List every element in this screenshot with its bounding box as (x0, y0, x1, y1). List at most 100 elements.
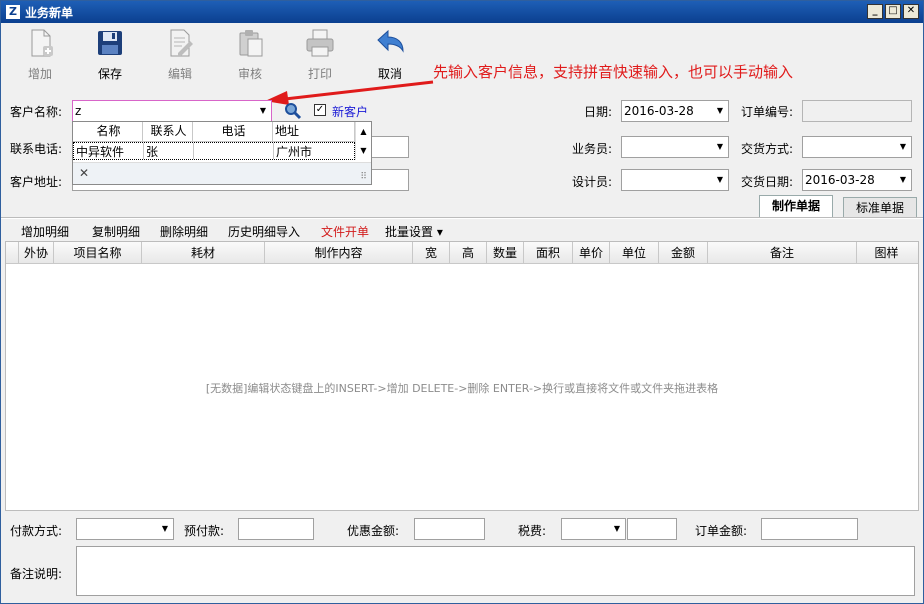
copy-detail-button[interactable]: 复制明细 (92, 223, 140, 240)
chevron-down-icon[interactable]: ▼ (712, 137, 728, 157)
grid-col-material[interactable]: 耗材 (142, 242, 265, 263)
edit-button[interactable]: 编辑 (150, 27, 210, 83)
scroll-down-icon[interactable]: ▼ (360, 146, 366, 155)
discount-label: 优惠金额: (347, 524, 400, 538)
chevron-down-icon[interactable]: ▼ (157, 519, 173, 539)
title-bar: Z 业务新单 _ □ ✕ (1, 1, 923, 23)
popup-close-icon[interactable]: ✕ (79, 166, 89, 180)
grid-col-unit[interactable]: 单位 (610, 242, 659, 263)
delete-detail-button[interactable]: 删除明细 (160, 223, 208, 240)
customer-name-input[interactable]: z ▼ (72, 100, 272, 122)
grid-col-remark[interactable]: 备注 (708, 242, 857, 263)
chevron-down-icon[interactable]: ▼ (895, 137, 911, 157)
grid-col-sample[interactable]: 图样 (857, 242, 916, 263)
edit-button-label: 编辑 (167, 67, 192, 81)
date-picker[interactable]: 2016-03-28 ▼ (621, 100, 729, 122)
add-detail-button[interactable]: 增加明细 (21, 223, 69, 240)
edit-document-icon (170, 29, 193, 57)
audit-button[interactable]: 审核 (220, 27, 280, 83)
close-button[interactable]: ✕ (903, 4, 919, 19)
salesman-select[interactable]: ▼ (621, 136, 729, 158)
grid-col-content[interactable]: 制作内容 (265, 242, 413, 263)
minimize-button[interactable]: _ (867, 4, 883, 19)
grid-col-quantity[interactable]: 数量 (487, 242, 524, 263)
remark-label: 备注说明: (10, 567, 63, 581)
add-button[interactable]: 增加 (10, 27, 70, 83)
delivery-date-label: 交货日期: (741, 175, 794, 189)
popup-col-contact: 联系人 (143, 122, 193, 141)
order-no-input[interactable] (802, 100, 912, 122)
save-disk-icon (98, 31, 122, 55)
print-button[interactable]: 打印 (290, 27, 350, 83)
resize-grip-icon[interactable]: ⠿ (360, 172, 367, 182)
new-customer-label: 新客户 (332, 105, 369, 119)
order-amount-input[interactable] (761, 518, 858, 540)
printer-icon (306, 29, 334, 57)
popup-cell-contact: 张 (144, 143, 194, 159)
grid-col-width[interactable]: 宽 (413, 242, 450, 263)
tax-type-select[interactable]: ▼ (561, 518, 626, 540)
save-button[interactable]: 保存 (80, 27, 140, 83)
batch-settings-button[interactable]: 批量设置 ▾ (385, 223, 443, 240)
new-customer-checkbox[interactable]: ✓ (314, 104, 326, 116)
chevron-down-icon[interactable]: ▼ (712, 170, 728, 190)
tab-standard-order[interactable]: 标准单据 (843, 197, 918, 219)
tab-production-order[interactable]: 制作单据 (759, 195, 834, 219)
chevron-down-icon[interactable]: ▼ (609, 519, 625, 539)
popup-col-address: 地址 (273, 122, 355, 141)
popup-cell-phone (194, 143, 274, 159)
add-button-label: 增加 (27, 67, 52, 81)
app-logo: Z (6, 5, 20, 19)
delivery-method-select[interactable]: ▼ (802, 136, 912, 158)
grid-empty-message: [无数据]编辑状态键盘上的INSERT->增加 DELETE->删除 ENTER… (205, 382, 719, 395)
popup-cell-address: 广州市 (276, 145, 313, 159)
import-history-button[interactable]: 历史明细导入 (228, 223, 300, 240)
popup-scrollbar[interactable]: ▲ ▼ (355, 122, 371, 160)
grid-col-indicator (6, 242, 19, 263)
footer-form: 付款方式: ▼ 预付款: 优惠金额: 税费: ▼ 订单金额: 备注说明: (1, 511, 923, 603)
save-button-label: 保存 (97, 67, 122, 81)
grid-col-height[interactable]: 高 (450, 242, 487, 263)
popup-header: 名称 联系人 电话 地址 (73, 122, 355, 142)
grid-toolbar: 增加明细 复制明细 删除明细 历史明细导入 文件开单 批量设置 ▾ (1, 219, 923, 241)
cancel-button[interactable]: 取消 (360, 27, 420, 83)
salesman-label: 业务员: (572, 142, 613, 156)
file-order-button[interactable]: 文件开单 (321, 223, 369, 240)
chevron-down-icon[interactable]: ▼ (712, 101, 728, 121)
search-icon[interactable] (284, 102, 302, 120)
phone-label: 联系电话: (10, 142, 63, 156)
order-no-label: 订单编号: (741, 105, 794, 119)
delivery-method-label: 交货方式: (741, 142, 794, 156)
grid-col-area[interactable]: 面积 (524, 242, 573, 263)
add-document-icon (31, 29, 53, 57)
payment-label: 付款方式: (10, 524, 63, 538)
popup-col-name: 名称 (73, 122, 143, 141)
prepay-input[interactable] (238, 518, 314, 540)
popup-row[interactable]: 中异软件 张 广州市 (73, 142, 355, 160)
tax-amount-input[interactable] (627, 518, 677, 540)
designer-label: 设计员: (572, 175, 613, 189)
date-value: 2016-03-28 (624, 104, 694, 118)
grid-col-outsource[interactable]: 外协 (19, 242, 54, 263)
popup-col-phone: 电话 (193, 122, 273, 141)
undo-arrow-icon (377, 29, 404, 53)
delivery-date-picker[interactable]: 2016-03-28 ▼ (802, 169, 912, 191)
grid-col-unit-price[interactable]: 单价 (573, 242, 610, 263)
maximize-button[interactable]: □ (885, 4, 901, 19)
payment-select[interactable]: ▼ (76, 518, 174, 540)
chevron-down-icon[interactable]: ▼ (895, 170, 911, 190)
grid-col-item-name[interactable]: 项目名称 (54, 242, 142, 263)
chevron-down-icon[interactable]: ▼ (255, 101, 271, 121)
clipboard-icon (239, 30, 263, 57)
discount-input[interactable] (414, 518, 485, 540)
window-title: 业务新单 (25, 6, 74, 20)
prepay-label: 预付款: (184, 524, 225, 538)
designer-select[interactable]: ▼ (621, 169, 729, 191)
grid-col-amount[interactable]: 金额 (659, 242, 708, 263)
customer-name-label: 客户名称: (10, 105, 63, 119)
customer-suggestion-popup: 名称 联系人 电话 地址 中异软件 张 广州市 ▲ ▼ ✕ ⠿ (72, 121, 372, 185)
grid-header: 外协 项目名称 耗材 制作内容 宽 高 数量 面积 单价 单位 金额 备注 图样 (6, 242, 918, 264)
remark-textarea[interactable] (76, 546, 915, 596)
detail-grid[interactable]: 外协 项目名称 耗材 制作内容 宽 高 数量 面积 单价 单位 金额 备注 图样… (5, 241, 919, 511)
scroll-up-icon[interactable]: ▲ (360, 127, 366, 136)
